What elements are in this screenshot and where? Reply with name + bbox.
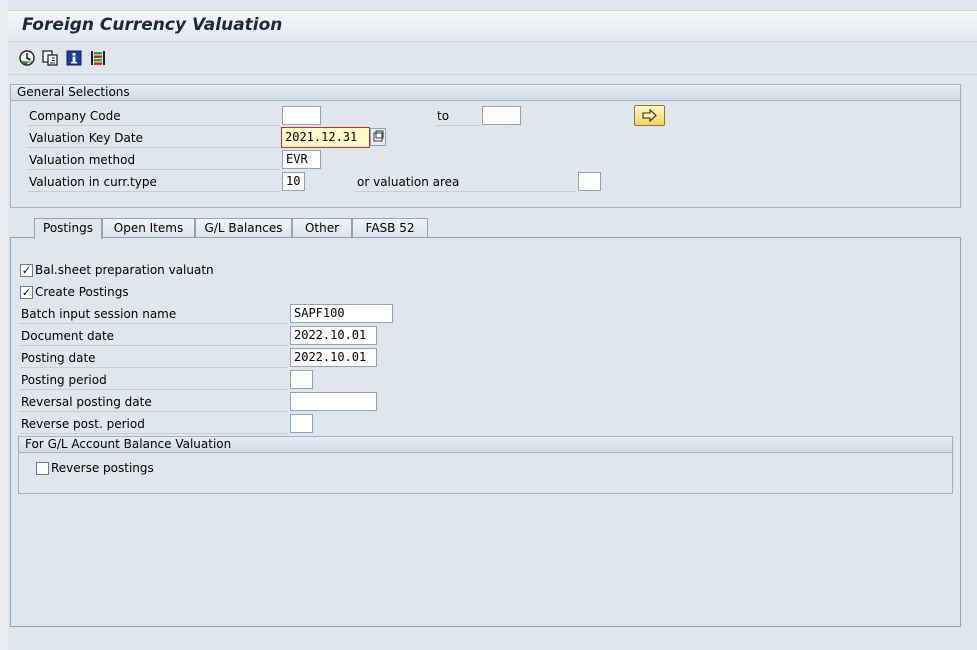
selection-options-icon[interactable]	[89, 49, 107, 67]
create-postings-checkbox[interactable]: ✓	[20, 286, 33, 299]
tab-open-items[interactable]: Open Items	[102, 218, 195, 238]
left-strip	[0, 0, 8, 650]
tab-postings[interactable]: Postings	[34, 218, 102, 239]
valuation-method-input[interactable]: EVR	[282, 150, 321, 169]
to-label: to	[436, 106, 481, 126]
valuation-area-input[interactable]	[578, 172, 601, 191]
reversal-posting-date-input[interactable]	[290, 392, 377, 411]
posting-period-input[interactable]	[290, 370, 313, 389]
reverse-post-period-label: Reverse post. period	[20, 414, 288, 434]
reverse-postings-label: Reverse postings	[51, 461, 154, 475]
posting-date-input[interactable]: 2022.10.01	[290, 348, 377, 367]
arrow-right-icon	[642, 108, 657, 123]
tab-fasb-52[interactable]: FASB 52	[352, 218, 428, 238]
title-bar: Foreign Currency Valuation	[8, 10, 977, 42]
curr-type-input[interactable]: 10	[282, 172, 305, 191]
execute-icon[interactable]	[18, 49, 36, 67]
company-code-to-input[interactable]	[482, 106, 521, 125]
application-toolbar	[8, 43, 977, 75]
multiple-selection-button[interactable]	[634, 105, 665, 126]
valuation-key-date-label: Valuation Key Date	[28, 128, 280, 148]
batch-session-label: Batch input session name	[20, 304, 288, 324]
valuation-key-date-input[interactable]: 2021.12.31	[281, 127, 370, 148]
calendar-help-button[interactable]	[370, 128, 386, 146]
info-icon[interactable]	[65, 49, 83, 67]
reverse-post-period-input[interactable]	[290, 414, 313, 433]
tab-gl-balances[interactable]: G/L Balances	[195, 218, 292, 238]
general-selections-header: General Selections	[11, 85, 960, 101]
bal-sheet-label: Bal.sheet preparation valuatn	[35, 263, 214, 277]
valuation-method-label: Valuation method	[28, 150, 280, 170]
document-date-input[interactable]: 2022.10.01	[290, 326, 377, 345]
company-code-label: Company Code	[28, 106, 280, 126]
gl-balance-valuation-header: For G/L Account Balance Valuation	[19, 437, 952, 453]
reverse-postings-checkbox[interactable]	[36, 462, 49, 475]
calendar-icon	[373, 130, 384, 142]
tab-other[interactable]: Other	[292, 218, 352, 238]
posting-date-label: Posting date	[20, 348, 288, 368]
copy-variant-icon[interactable]	[41, 49, 59, 67]
valuation-area-label: or valuation area	[356, 172, 576, 192]
batch-session-input[interactable]: SAPF100	[290, 304, 393, 323]
posting-period-label: Posting period	[20, 370, 288, 390]
document-date-label: Document date	[20, 326, 288, 346]
company-code-from-input[interactable]	[282, 106, 321, 125]
curr-type-label: Valuation in curr.type	[28, 172, 280, 192]
bal-sheet-checkbox[interactable]: ✓	[20, 264, 33, 277]
create-postings-label: Create Postings	[35, 285, 129, 299]
reversal-posting-date-label: Reversal posting date	[20, 392, 288, 412]
page-title: Foreign Currency Valuation	[22, 15, 283, 35]
